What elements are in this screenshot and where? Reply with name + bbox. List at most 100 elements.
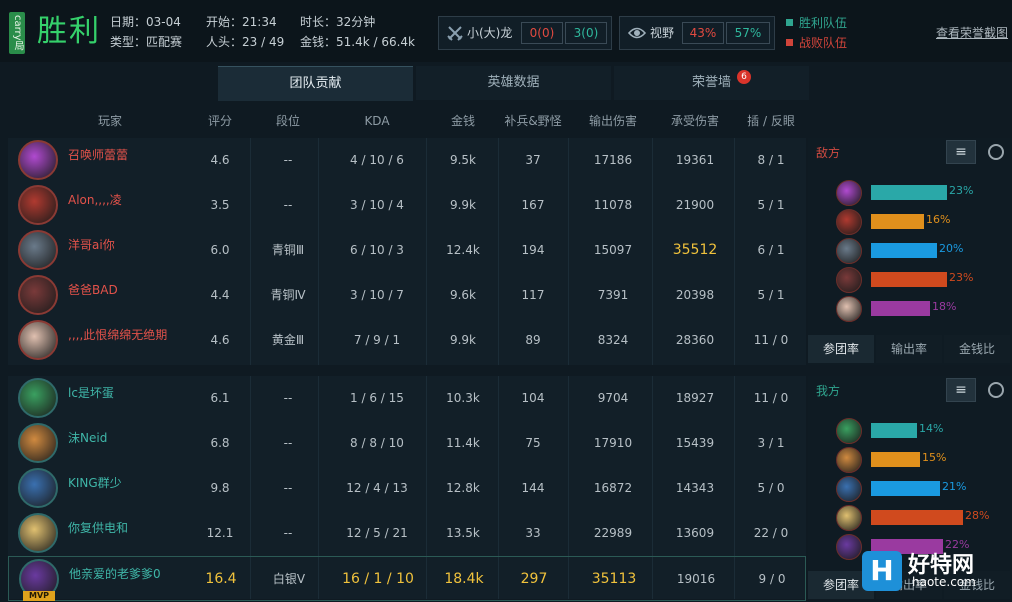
cell-rank: 青铜Ⅲ <box>271 243 305 257</box>
eye-icon <box>628 27 646 39</box>
table-row[interactable]: Alon,,,,凌 3.5 -- 3 / 10 / 4 9.9k 167 11078 2190… <box>8 183 806 228</box>
honor-screenshot-link[interactable]: 查看荣誉截图 <box>936 24 1008 41</box>
cell-dmg: 17186 <box>593 153 633 167</box>
cell-taken: 13609 <box>675 526 715 540</box>
share-percent: 28% <box>965 509 990 522</box>
cell-score: 3.5 <box>210 198 230 212</box>
share-bar-row: 23% <box>836 265 1006 293</box>
share-bar-row: 21% <box>836 474 1006 502</box>
champion-avatar[interactable] <box>18 185 58 225</box>
player-name[interactable]: 爸爸BAD <box>68 281 118 298</box>
cell-dmg: 7391 <box>597 288 629 302</box>
cell-score: 16.4 <box>205 571 237 587</box>
tab-team-contribution[interactable]: 团队贡献 <box>218 66 413 101</box>
mini-avatar <box>836 447 862 473</box>
col-cs: 补兵&野怪 <box>504 114 562 128</box>
table-row[interactable]: 沫Neid 6.8 -- 8 / 8 / 10 11.4k 75 17910 15439 3 /… <box>8 421 806 466</box>
player-name[interactable]: 你复供电和 <box>68 519 128 536</box>
tab-honor-wall[interactable]: 荣誉墙 <box>614 66 809 100</box>
cell-score: 6.8 <box>210 436 230 450</box>
cell-dmg: 8324 <box>597 333 629 347</box>
cell-kda: 12 / 5 / 21 <box>346 526 408 540</box>
mini-avatar <box>836 267 862 293</box>
player-name[interactable]: 洋哥ai你 <box>68 236 115 253</box>
player-name[interactable]: 召唤师蕾蕾 <box>68 146 128 163</box>
table-row[interactable]: MVP 他亲爱的老爹爹0 16.4 白银Ⅴ 16 / 1 / 10 18.4k 297 351… <box>8 556 806 601</box>
cell-gold: 12.8k <box>446 481 480 495</box>
result-title: 胜利 <box>37 14 101 49</box>
champion-avatar[interactable] <box>18 468 58 508</box>
kills-label: 人头：23 / 49 <box>206 35 285 49</box>
champion-avatar[interactable] <box>18 140 58 180</box>
cell-taken: 28360 <box>675 333 715 347</box>
table-row[interactable]: KING群少 9.8 -- 12 / 4 / 13 12.8k 144 16872 14343… <box>8 466 806 511</box>
table-row[interactable]: lc是坏蛋 6.1 -- 1 / 6 / 15 10.3k 104 9704 18927 11 … <box>8 376 806 421</box>
player-name[interactable]: 他亲爱的老爹爹0 <box>69 565 161 582</box>
top-bar: carry局 胜利 日期：03-04 类型：匹配赛 开始：21:34 人头：23… <box>0 0 1012 62</box>
share-bar <box>871 423 917 438</box>
champion-avatar[interactable] <box>18 378 58 418</box>
cell-dmg: 22989 <box>593 526 633 540</box>
share-bar <box>871 452 920 467</box>
tab-honor-wall-label: 荣誉墙 <box>691 75 731 90</box>
cell-taken: 21900 <box>675 198 715 212</box>
share-bar-row: 23% <box>836 178 1006 206</box>
cell-ward: 8 / 1 <box>757 153 785 167</box>
table-row[interactable]: ,,,,此恨绵绵无绝期 4.6 黄金Ⅲ 7 / 9 / 1 9.9k 89 8324 2836… <box>8 318 806 363</box>
col-rank: 段位 <box>275 114 300 128</box>
cell-cs: 75 <box>525 436 541 450</box>
start-label: 开始：21:34 <box>206 15 277 29</box>
table-row[interactable]: 你复供电和 12.1 -- 12 / 5 / 21 13.5k 33 22989 13609 2… <box>8 511 806 556</box>
player-name[interactable]: 沫Neid <box>68 429 107 446</box>
enemy-side-title: 敌方 <box>816 146 841 160</box>
vision-enemy-value: 43% <box>682 22 724 44</box>
site-watermark: H 好特网 haote.com <box>862 545 1012 599</box>
duration-label: 时长：32分钟 <box>300 15 376 29</box>
table-row[interactable]: 洋哥ai你 6.0 青铜Ⅲ 6 / 10 / 3 12.4k 194 15097 35512 6… <box>8 228 806 273</box>
sort-icon[interactable]: ≡ <box>946 378 976 402</box>
champion-avatar[interactable] <box>18 423 58 463</box>
enemy-tab-gold-ratio[interactable]: 金钱比 <box>944 335 1010 363</box>
enemy-tab-participation[interactable]: 参团率 <box>808 335 874 363</box>
cell-dmg: 17910 <box>593 436 633 450</box>
cell-gold: 9.5k <box>449 153 477 167</box>
share-percent: 23% <box>949 271 974 284</box>
player-name[interactable]: KING群少 <box>68 474 122 491</box>
tab-hero-data[interactable]: 英雄数据 <box>416 66 611 100</box>
cell-ward: 6 / 1 <box>757 243 785 257</box>
mini-avatar <box>836 505 862 531</box>
my-team-table: lc是坏蛋 6.1 -- 1 / 6 / 15 10.3k 104 9704 18927 11 … <box>8 376 806 601</box>
sort-icon[interactable]: ≡ <box>946 140 976 164</box>
player-name[interactable]: Alon,,,,凌 <box>68 191 122 208</box>
champion-avatar[interactable] <box>18 320 58 360</box>
cell-cs: 37 <box>525 153 541 167</box>
share-percent: 16% <box>926 213 951 226</box>
cell-ward: 5 / 1 <box>757 198 785 212</box>
cell-cs: 167 <box>521 198 545 212</box>
type-label: 类型：匹配赛 <box>110 35 183 49</box>
player-name[interactable]: lc是坏蛋 <box>68 384 114 401</box>
table-row[interactable]: 爸爸BAD 4.4 青铜Ⅳ 3 / 10 / 7 9.6k 117 7391 20398 5 /… <box>8 273 806 318</box>
win-square-icon <box>786 19 793 26</box>
cell-score: 6.1 <box>210 391 230 405</box>
champion-avatar[interactable] <box>18 513 58 553</box>
toggle-circle-icon[interactable] <box>988 382 1004 398</box>
table-row[interactable]: 召唤师蕾蕾 4.6 -- 4 / 10 / 6 9.5k 37 17186 19361 8 / … <box>8 138 806 183</box>
cell-taken: 14343 <box>675 481 715 495</box>
player-name[interactable]: ,,,,此恨绵绵无绝期 <box>68 326 167 343</box>
share-bar <box>871 510 963 525</box>
cell-gold: 13.5k <box>446 526 480 540</box>
share-bar <box>871 481 940 496</box>
champion-avatar[interactable] <box>18 230 58 270</box>
toggle-circle-icon[interactable] <box>988 144 1004 160</box>
cell-score: 4.6 <box>210 333 230 347</box>
share-bar-row: 16% <box>836 207 1006 235</box>
cell-cs: 33 <box>525 526 541 540</box>
enemy-tab-damage-rate[interactable]: 输出率 <box>876 335 942 363</box>
share-percent: 23% <box>949 184 974 197</box>
cell-kda: 12 / 4 / 13 <box>346 481 408 495</box>
mini-avatar <box>836 296 862 322</box>
champion-avatar[interactable] <box>18 275 58 315</box>
cell-rank: 白银Ⅴ <box>272 572 306 586</box>
mini-avatar <box>836 238 862 264</box>
